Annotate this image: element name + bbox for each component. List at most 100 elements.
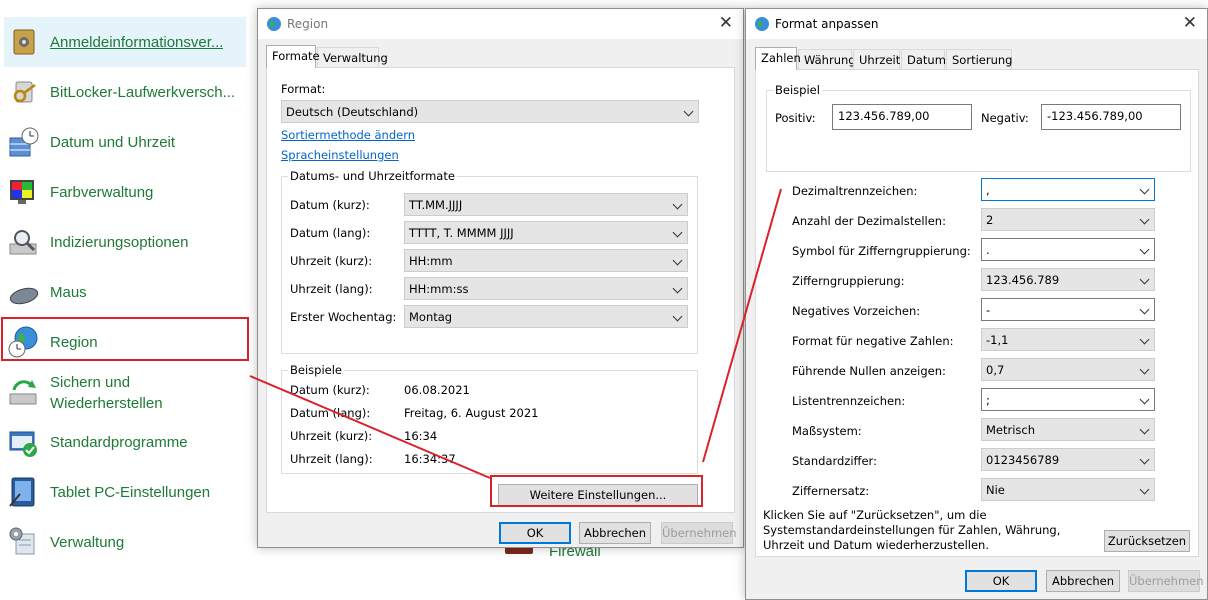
- tab-verwaltung[interactable]: Verwaltung: [317, 47, 388, 67]
- ok-button[interactable]: OK: [965, 570, 1037, 592]
- format-row-select[interactable]: Nie: [981, 478, 1155, 501]
- cp-item-date-time[interactable]: Datum und Uhrzeit: [4, 117, 246, 167]
- format-row-select[interactable]: 0123456789: [981, 448, 1155, 471]
- cp-item-admin-tools[interactable]: Verwaltung: [4, 517, 246, 567]
- chevron-down-icon: [1139, 484, 1150, 495]
- chevron-down-icon: [1139, 424, 1150, 435]
- cp-item-tablet-pc[interactable]: Tablet PC-Einstellungen: [4, 467, 246, 517]
- format-row-select[interactable]: -: [981, 298, 1155, 321]
- language-settings-link[interactable]: Spracheinstellungen: [281, 148, 399, 162]
- cp-item-default-programs[interactable]: Standardprogramme: [4, 417, 246, 467]
- close-icon[interactable]: ✕: [719, 14, 733, 32]
- cp-item-mouse[interactable]: Maus: [4, 267, 246, 317]
- ok-button[interactable]: OK: [499, 522, 571, 544]
- example-time-long-value: 16:34:37: [404, 452, 456, 466]
- negative-label: Negativ:: [981, 111, 1029, 125]
- cp-item-credential-manager[interactable]: Anmeldeinformationsver...: [4, 17, 246, 67]
- format-row-select[interactable]: ,: [981, 178, 1155, 201]
- format-row-value: -1,1: [986, 333, 1009, 347]
- format-row-select[interactable]: 123.456.789: [981, 268, 1155, 291]
- format-titlebar[interactable]: Format anpassen ✕: [746, 9, 1207, 39]
- date-long-select[interactable]: TTTT, T. MMMM JJJJ: [404, 221, 688, 244]
- chevron-down-icon: [1139, 364, 1150, 375]
- cp-item-color-management[interactable]: Farbverwaltung: [4, 167, 246, 217]
- tab-numbers[interactable]: Zahlen: [755, 47, 801, 70]
- format-row-value: 0,7: [986, 363, 1005, 377]
- first-weekday-value: Montag: [409, 310, 453, 324]
- chevron-down-icon: [672, 227, 683, 238]
- tab-formate[interactable]: Formate: [266, 45, 320, 68]
- examples-legend: Beispiele: [288, 363, 344, 377]
- tab-date[interactable]: Datum: [901, 49, 946, 69]
- format-row-value: Nie: [986, 483, 1005, 497]
- region-title: Region: [287, 17, 329, 31]
- format-row-select[interactable]: -1,1: [981, 328, 1155, 351]
- region-titlebar[interactable]: Region ✕: [258, 9, 743, 39]
- format-row-select[interactable]: 0,7: [981, 358, 1155, 381]
- region-dialog: Region ✕ Formate Verwaltung Format: Deut…: [257, 8, 744, 548]
- tab-sorting[interactable]: Sortierung: [946, 49, 1012, 69]
- cancel-button[interactable]: Abbrechen: [1046, 570, 1120, 592]
- chevron-down-icon: [672, 283, 683, 294]
- time-short-select[interactable]: HH:mm: [404, 249, 688, 272]
- positive-example-field: 123.456.789,00: [832, 104, 972, 130]
- date-short-select[interactable]: TT.MM.JJJJ: [404, 193, 688, 216]
- example-time-long-label: Uhrzeit (lang):: [290, 452, 373, 466]
- format-row-label: Führende Nullen anzeigen:: [792, 364, 946, 378]
- cp-item-label: Farbverwaltung: [50, 183, 154, 201]
- cancel-button[interactable]: Abbrechen: [579, 522, 651, 544]
- admin-tools-icon: [6, 524, 42, 560]
- first-weekday-select[interactable]: Montag: [404, 305, 688, 328]
- default-programs-icon: [6, 424, 42, 460]
- reset-info-text: Klicken Sie auf "Zurücksetzen", um die S…: [763, 508, 1061, 552]
- format-row-select[interactable]: 2: [981, 208, 1155, 231]
- search-index-icon: [6, 224, 42, 260]
- format-row-label: Listentrennzeichen:: [792, 394, 906, 408]
- examples-group: Beispiele Datum (kurz): 06.08.2021 Datum…: [281, 363, 698, 474]
- sort-method-link[interactable]: Sortiermethode ändern: [281, 128, 415, 142]
- example-group: Beispiel Positiv: 123.456.789,00 Negativ…: [766, 83, 1191, 172]
- format-row-value: Metrisch: [986, 423, 1036, 437]
- chevron-down-icon: [672, 255, 683, 266]
- chevron-down-icon: [1139, 334, 1150, 345]
- apply-button[interactable]: Übernehmen: [1128, 570, 1204, 592]
- cp-item-indexing[interactable]: Indizierungsoptionen: [4, 217, 246, 267]
- format-row-select[interactable]: ;: [981, 388, 1155, 411]
- date-short-label: Datum (kurz):: [290, 198, 370, 212]
- tab-time[interactable]: Uhrzeit: [853, 49, 900, 69]
- example-time-short-value: 16:34: [404, 429, 438, 443]
- cp-item-label: Sichern und Wiederherstellen (Windows 7): [50, 374, 163, 417]
- format-row-select[interactable]: .: [981, 238, 1155, 261]
- time-long-select[interactable]: HH:mm:ss: [404, 277, 688, 300]
- chevron-down-icon: [1139, 454, 1150, 465]
- example-date-long-label: Datum (lang):: [290, 406, 371, 420]
- format-row-select[interactable]: Metrisch: [981, 418, 1155, 441]
- format-title: Format anpassen: [775, 17, 879, 31]
- example-date-short-value: 06.08.2021: [404, 383, 470, 397]
- format-row-value: ;: [986, 393, 990, 407]
- cp-item-label: Standardprogramme: [50, 433, 188, 451]
- cp-item-label: Maus: [50, 283, 87, 301]
- formats-tab-pane: Format: Deutsch (Deutschland) Sortiermet…: [266, 67, 735, 513]
- format-select[interactable]: Deutsch (Deutschland): [281, 100, 699, 123]
- cp-item-label: Indizierungsoptionen: [50, 233, 189, 251]
- cp-item-label: Datum und Uhrzeit: [50, 133, 176, 151]
- format-tabs: Zahlen Währung Uhrzeit Datum Sortierung: [755, 47, 1055, 70]
- tab-currency[interactable]: Währung: [798, 49, 856, 69]
- format-row-value: .: [986, 243, 990, 257]
- vault-icon: [6, 24, 42, 60]
- apply-button[interactable]: Übernehmen: [661, 522, 737, 544]
- chevron-down-icon: [1139, 394, 1150, 405]
- close-icon[interactable]: ✕: [1183, 14, 1197, 32]
- reset-button[interactable]: Zurücksetzen: [1104, 530, 1190, 552]
- cp-item-backup[interactable]: Sichern und Wiederherstellen (Windows 7): [4, 367, 246, 417]
- time-short-value: HH:mm: [409, 254, 453, 268]
- format-row-label: Standardziffer:: [792, 454, 877, 468]
- date-long-value: TTTT, T. MMMM JJJJ: [409, 226, 514, 240]
- format-row-label: Format für negative Zahlen:: [792, 334, 954, 348]
- cp-item-label: Tablet PC-Einstellungen: [50, 483, 211, 501]
- cp-item-bitlocker[interactable]: BitLocker-Laufwerkversch...: [4, 67, 246, 117]
- chevron-down-icon: [1139, 274, 1150, 285]
- example-legend: Beispiel: [773, 83, 822, 97]
- region-highlight-box: [1, 317, 249, 361]
